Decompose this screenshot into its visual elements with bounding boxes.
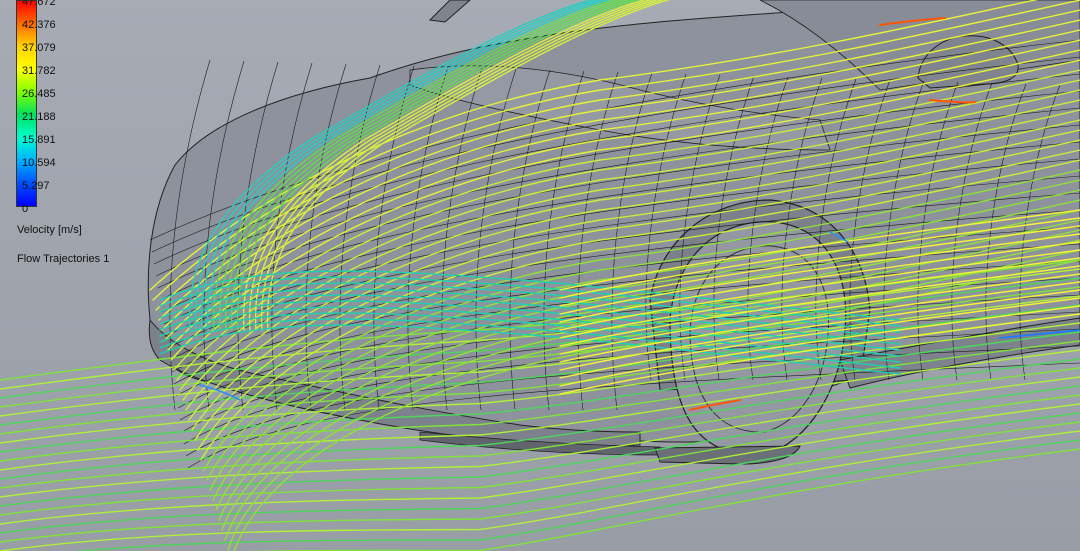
tire-contact: [654, 445, 801, 465]
colorbar-tick-label: 31.782: [22, 65, 56, 77]
colorbar-tick-label: 47.672: [22, 0, 56, 8]
top-fin: [428, 0, 471, 23]
colorbar-tick-label: 5.297: [22, 180, 50, 192]
colorbar: [16, 0, 37, 207]
colorbar-tick-label: 15.891: [22, 134, 56, 146]
car-flow-scene[interactable]: [0, 0, 1080, 551]
colorbar-tick-label: 26.485: [22, 88, 56, 100]
colorbar-tick-label: 37.079: [22, 42, 56, 54]
colorbar-tick-label: 21.188: [22, 111, 56, 123]
colorbar-tick-label: 10.594: [22, 157, 56, 169]
graphics-viewport[interactable]: 47.672 42.376 37.079 31.782 26.485 21.188 15.8…: [0, 0, 1080, 551]
legend-title: Velocity [m/s]: [17, 224, 82, 236]
streamline: [74, 439, 1080, 551]
colorbar-tick-label: 0: [22, 203, 29, 215]
plot-label[interactable]: Flow Trajectories 1: [17, 253, 109, 265]
colorbar-tick-label: 42.376: [22, 19, 56, 31]
velocity-legend[interactable]: 47.672 42.376 37.079 31.782 26.485 21.188 15.8…: [0, 0, 130, 270]
